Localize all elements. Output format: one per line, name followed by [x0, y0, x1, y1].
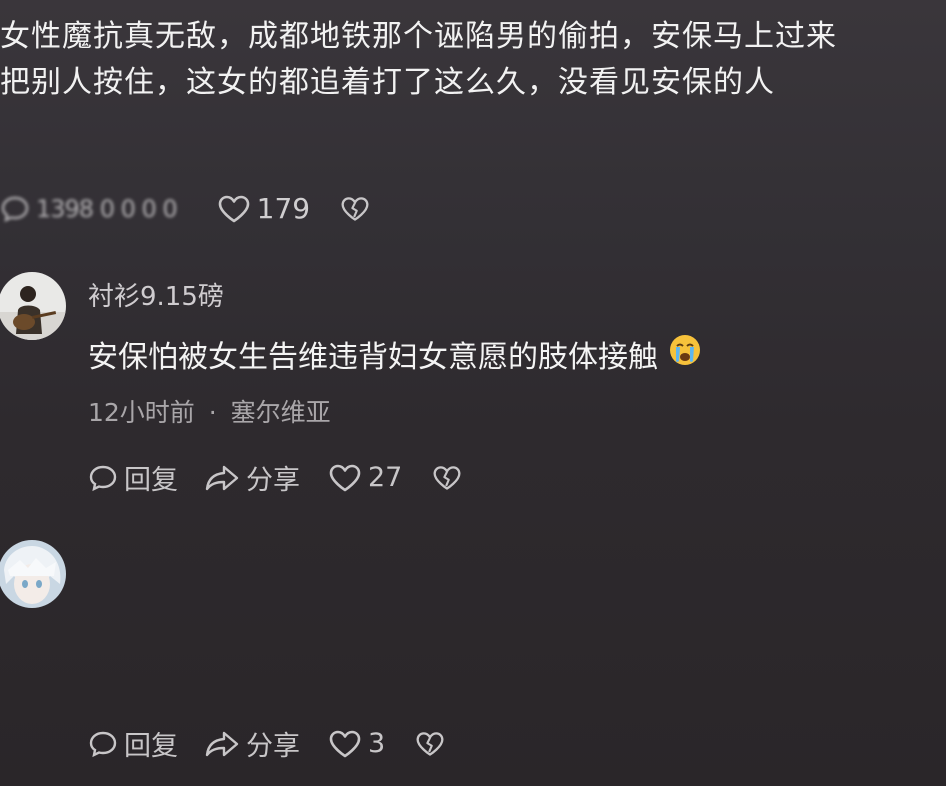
comment-icon	[89, 731, 117, 757]
comment-text-body: 安保怕被女生告维违背妇女意愿的肢体接触	[88, 340, 658, 375]
post-action-row: 1398 0 0 0 0 179	[0, 192, 370, 225]
heart-icon	[329, 464, 361, 491]
post-blurred-stats: 1398 0 0 0 0	[0, 194, 178, 224]
reply-button[interactable]: 回复	[88, 724, 178, 763]
share-button[interactable]: 分享	[204, 458, 300, 497]
like-count: 27	[368, 462, 403, 493]
avatar[interactable]	[0, 540, 66, 608]
broken-heart-icon	[341, 196, 369, 221]
share-arrow-icon	[205, 731, 239, 756]
comment-username[interactable]: 衬衫9.15磅	[88, 276, 224, 313]
reply-label: 回复	[124, 465, 178, 496]
reply-button[interactable]: 回复	[88, 458, 178, 497]
comment-icon	[89, 465, 117, 491]
crying-face-emoji-icon	[668, 333, 702, 375]
comment-time: 12小时前	[88, 398, 195, 427]
like-button[interactable]: 27	[328, 462, 402, 493]
share-button[interactable]: 分享	[204, 724, 300, 763]
share-arrow-icon	[205, 465, 239, 490]
broken-heart-icon	[433, 465, 461, 490]
comment-icon	[1, 196, 29, 222]
comment-text: 安保怕被女生告维违背妇女意愿的肢体接触	[88, 332, 702, 376]
post-like-button[interactable]: 179	[217, 192, 310, 225]
comment-action-row: 回复 分享 3	[88, 724, 445, 763]
post-text-line-2: 把别人按住，这女的都追着打了这么久，没看见安保的人	[0, 65, 775, 100]
post-dislike-button[interactable]	[340, 195, 370, 223]
like-button[interactable]: 3	[328, 728, 385, 759]
reply-label: 回复	[124, 731, 178, 762]
meta-separator: ·	[208, 398, 217, 427]
heart-icon	[218, 195, 249, 222]
avatar-anime-character-icon	[0, 540, 66, 608]
comment-meta: 12小时前 · 塞尔维亚	[88, 393, 331, 429]
share-label: 分享	[246, 731, 300, 762]
like-count: 3	[368, 728, 386, 759]
post-like-count: 179	[256, 192, 311, 225]
post-body: 女性魔抗真无敌，成都地铁那个诬陷男的偷拍，安保马上过来 把别人按住，这女的都追着…	[0, 14, 940, 106]
post-stats-text: 1398 0 0 0 0	[36, 194, 178, 223]
dislike-button[interactable]	[432, 464, 462, 492]
avatar-guitar-person-icon	[0, 272, 66, 340]
broken-heart-icon	[416, 731, 444, 756]
post-text-line-1: 女性魔抗真无敌，成都地铁那个诬陷男的偷拍，安保马上过来	[0, 19, 837, 54]
share-label: 分享	[246, 465, 300, 496]
avatar[interactable]	[0, 272, 66, 340]
heart-icon	[329, 730, 361, 757]
comment-action-row: 回复 分享 27	[88, 458, 462, 497]
dislike-button[interactable]	[415, 730, 445, 758]
comment-location: 塞尔维亚	[230, 398, 331, 427]
